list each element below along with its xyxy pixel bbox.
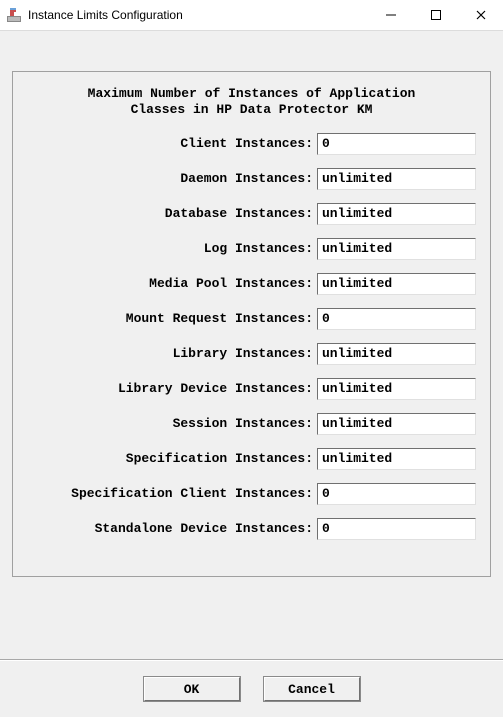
field-label: Library Device Instances: [27, 381, 317, 396]
app-icon [6, 7, 22, 23]
field-row: Mount Request Instances: [27, 308, 476, 330]
field-row: Session Instances: [27, 413, 476, 435]
field-wrap [317, 238, 476, 260]
field-input[interactable] [317, 308, 476, 330]
field-label: Library Instances: [27, 346, 317, 361]
field-input[interactable] [317, 413, 476, 435]
field-input[interactable] [317, 203, 476, 225]
field-label: Specification Instances: [27, 451, 317, 466]
minimize-icon [386, 10, 396, 20]
field-row: Specification Client Instances: [27, 483, 476, 505]
field-input[interactable] [317, 483, 476, 505]
field-wrap [317, 203, 476, 225]
field-wrap [317, 308, 476, 330]
field-row: Log Instances: [27, 238, 476, 260]
field-input[interactable] [317, 133, 476, 155]
field-row: Library Device Instances: [27, 378, 476, 400]
field-wrap [317, 133, 476, 155]
field-row: Daemon Instances: [27, 168, 476, 190]
field-wrap [317, 378, 476, 400]
field-input[interactable] [317, 238, 476, 260]
field-wrap [317, 273, 476, 295]
field-input[interactable] [317, 273, 476, 295]
field-label: Client Instances: [27, 136, 317, 151]
field-row: Specification Instances: [27, 448, 476, 470]
config-panel: Maximum Number of Instances of Applicati… [12, 71, 491, 577]
field-label: Media Pool Instances: [27, 276, 317, 291]
field-input[interactable] [317, 518, 476, 540]
field-wrap [317, 168, 476, 190]
field-input[interactable] [317, 378, 476, 400]
client-area: Maximum Number of Instances of Applicati… [0, 30, 503, 717]
field-row: Media Pool Instances: [27, 273, 476, 295]
window-title: Instance Limits Configuration [28, 8, 183, 22]
field-label: Mount Request Instances: [27, 311, 317, 326]
field-wrap [317, 343, 476, 365]
field-row: Library Instances: [27, 343, 476, 365]
maximize-icon [431, 10, 441, 20]
field-label: Specification Client Instances: [27, 486, 317, 501]
heading-line-1: Maximum Number of Instances of Applicati… [88, 86, 416, 101]
field-label: Standalone Device Instances: [27, 521, 317, 536]
close-button[interactable] [458, 0, 503, 30]
heading-line-2: Classes in HP Data Protector KM [131, 102, 373, 117]
field-label: Daemon Instances: [27, 171, 317, 186]
field-input[interactable] [317, 448, 476, 470]
title-bar: Instance Limits Configuration [0, 0, 503, 30]
minimize-button[interactable] [368, 0, 413, 30]
field-wrap [317, 413, 476, 435]
field-input[interactable] [317, 343, 476, 365]
close-icon [476, 10, 486, 20]
ok-button[interactable]: OK [144, 677, 240, 701]
field-row: Client Instances: [27, 133, 476, 155]
field-label: Database Instances: [27, 206, 317, 221]
field-row: Database Instances: [27, 203, 476, 225]
field-wrap [317, 483, 476, 505]
button-bar: OK Cancel [0, 661, 503, 717]
field-label: Session Instances: [27, 416, 317, 431]
field-wrap [317, 448, 476, 470]
field-label: Log Instances: [27, 241, 317, 256]
panel-heading: Maximum Number of Instances of Applicati… [23, 86, 480, 119]
form-rows: Client Instances: Daemon Instances: Databa… [23, 133, 480, 540]
field-input[interactable] [317, 168, 476, 190]
window-controls [368, 0, 503, 30]
maximize-button[interactable] [413, 0, 458, 30]
cancel-button[interactable]: Cancel [264, 677, 360, 701]
field-wrap [317, 518, 476, 540]
field-row: Standalone Device Instances: [27, 518, 476, 540]
